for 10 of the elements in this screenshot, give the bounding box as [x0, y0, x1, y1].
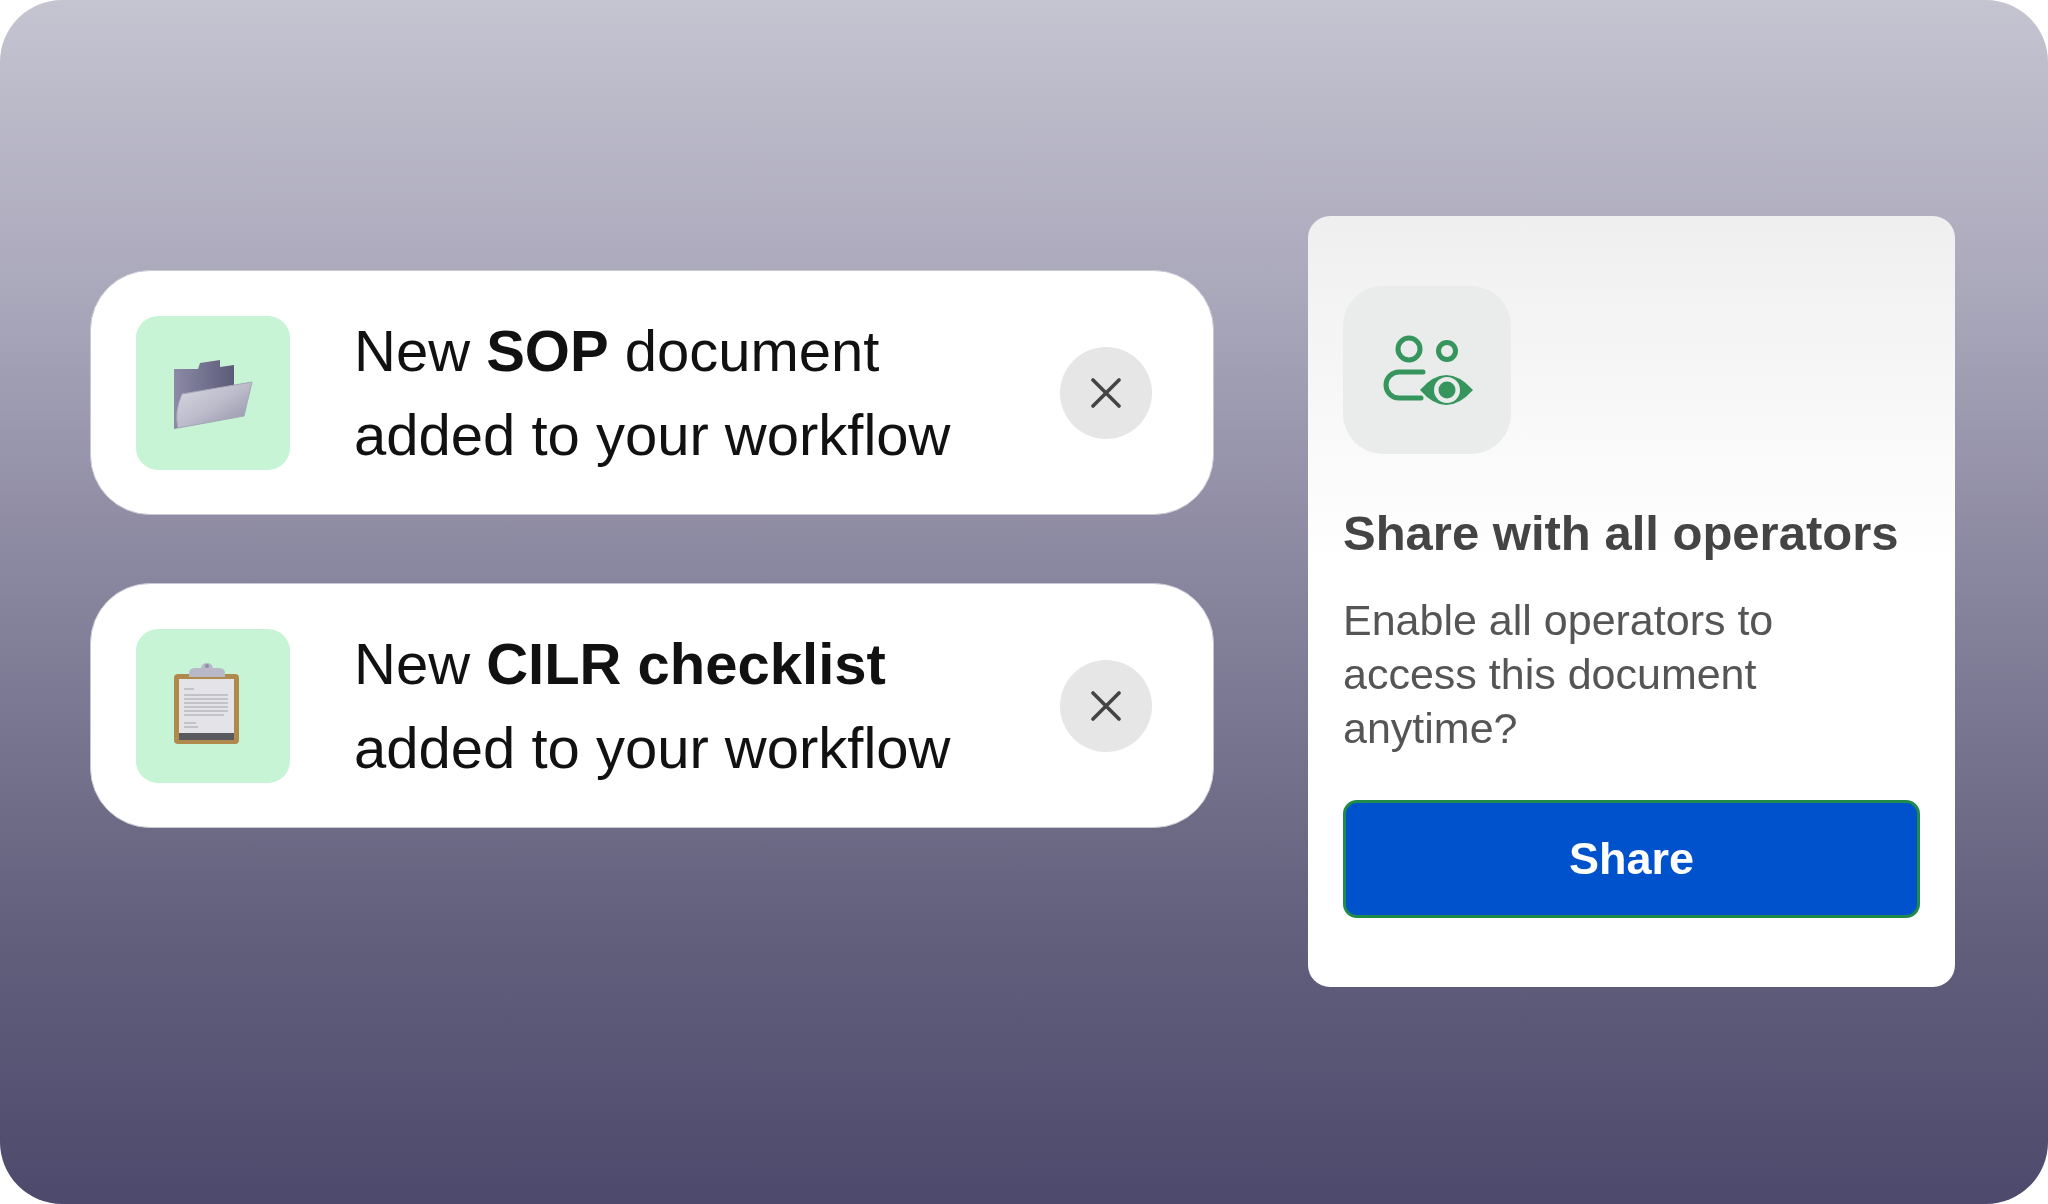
share-button[interactable]: Share	[1343, 800, 1920, 918]
close-icon	[1091, 377, 1121, 408]
folder-icon	[136, 315, 290, 470]
users-eye-icon	[1343, 286, 1511, 454]
close-icon	[1091, 690, 1121, 721]
share-description: Enable all operators to access this document anytime?	[1343, 595, 1775, 754]
share-title: Share with all operators	[1343, 505, 1899, 562]
notification-message: New CILR checklist added to your workflow	[354, 629, 952, 782]
notification-message: New SOP document added to your workflow	[354, 316, 952, 469]
clipboard-icon	[136, 628, 290, 783]
